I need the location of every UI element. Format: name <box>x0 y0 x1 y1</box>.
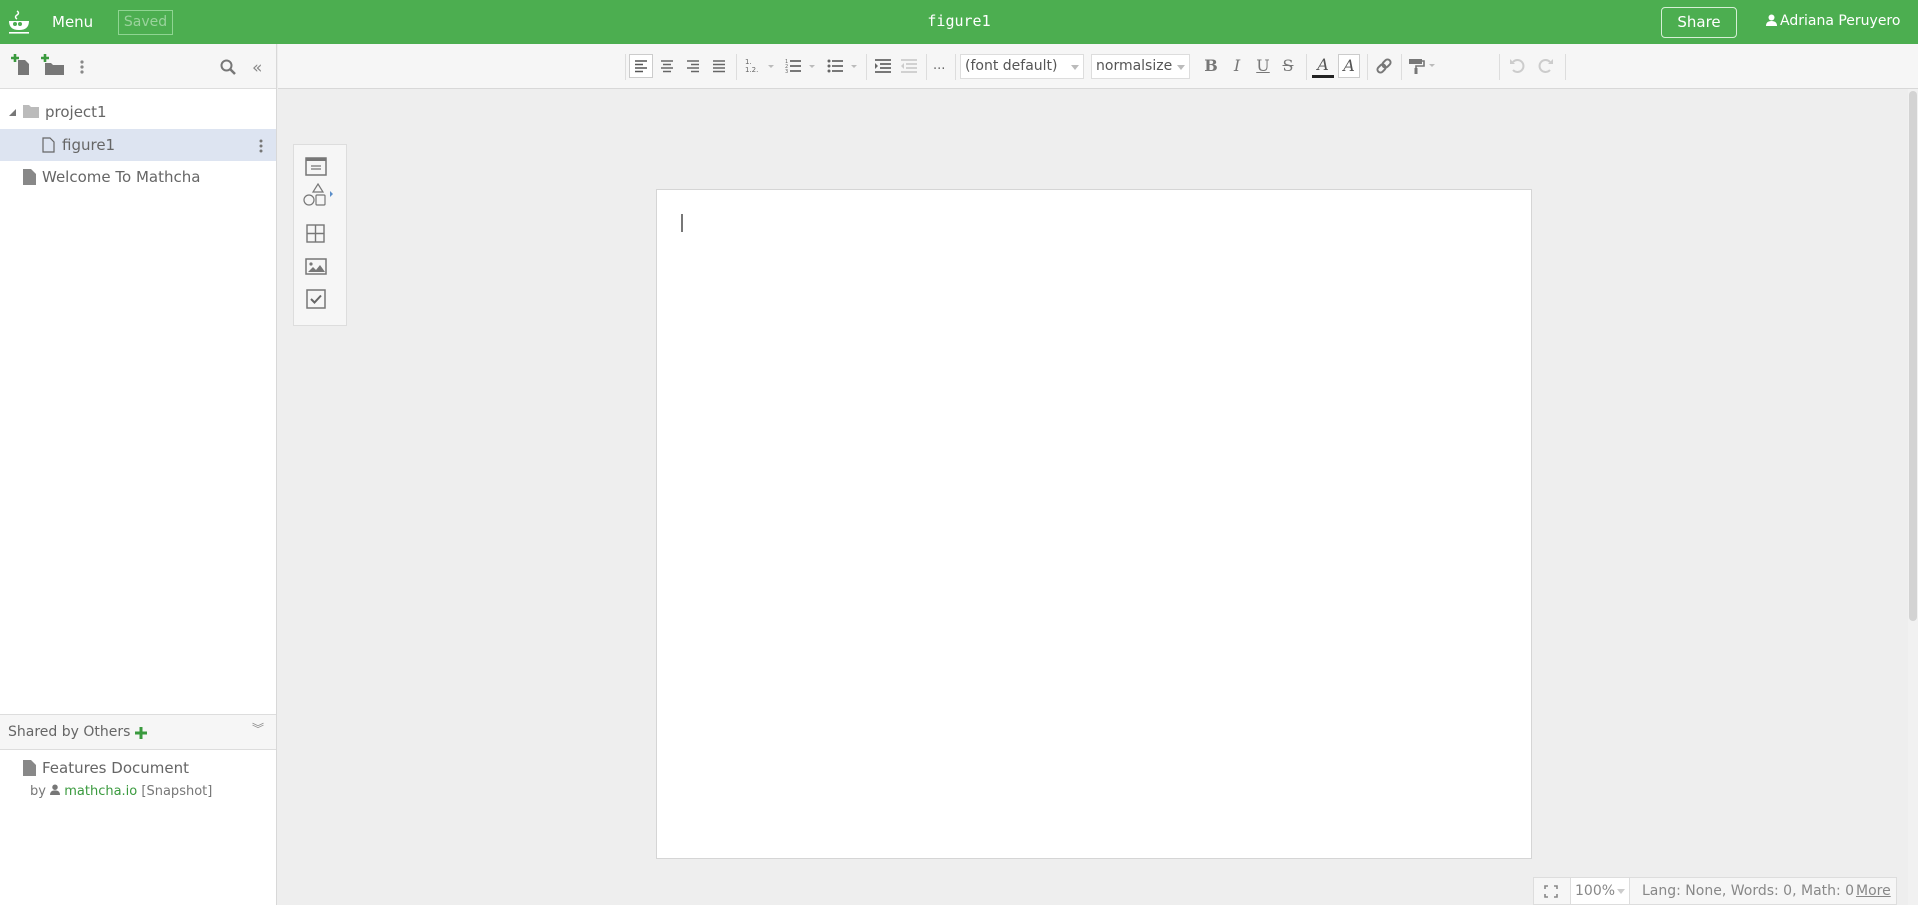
editor-toolbar: 1. 1.2. 123 ... (font default) normalsize… <box>278 44 1918 89</box>
sidebar-toolbar: « <box>0 44 276 89</box>
folder-icon <box>23 105 39 118</box>
user-menu[interactable]: Adriana Peruyero <box>1766 13 1900 29</box>
share-button[interactable]: Share <box>1661 7 1737 38</box>
underline-button[interactable]: U <box>1253 54 1273 78</box>
zoom-value: 100% <box>1575 883 1616 899</box>
document-outline-icon <box>42 137 55 153</box>
snapshot-tag: [Snapshot] <box>141 784 213 799</box>
by-prefix: by <box>30 784 46 799</box>
align-right-icon[interactable] <box>682 54 704 78</box>
more-options-icon[interactable] <box>80 59 84 78</box>
align-justify-icon[interactable] <box>708 54 730 78</box>
font-family-value: (font default) <box>965 58 1058 74</box>
shared-item-features-document[interactable]: Features Document <box>0 755 276 781</box>
more-tools-button[interactable]: ... <box>933 54 949 78</box>
shared-header-label: Shared by Others <box>8 724 131 740</box>
user-name: Adriana Peruyero <box>1780 13 1901 29</box>
insert-image-icon[interactable] <box>305 258 327 280</box>
fullscreen-icon[interactable] <box>1544 885 1558 898</box>
font-size-value: normalsize <box>1096 58 1173 74</box>
document-icon <box>23 169 36 185</box>
numbered-list-icon[interactable]: 123 <box>784 54 818 78</box>
document-title[interactable]: figure1 <box>0 12 1918 30</box>
zoom-select[interactable]: 100% <box>1570 878 1630 904</box>
insert-shapes-icon[interactable] <box>303 182 335 211</box>
numbering-style-icon[interactable]: 1. 1.2. <box>744 54 776 78</box>
shared-item-label: Features Document <box>42 759 189 777</box>
document-page[interactable] <box>656 189 1532 859</box>
insert-checkbox-icon[interactable] <box>306 289 326 313</box>
bold-button[interactable]: B <box>1201 54 1221 78</box>
author-link[interactable]: mathcha.io <box>64 784 137 799</box>
user-icon <box>50 784 61 795</box>
svg-text:1.2.: 1.2. <box>745 66 758 74</box>
strikethrough-button[interactable]: S <box>1278 54 1298 78</box>
vertical-scrollbar[interactable] <box>1908 89 1918 905</box>
status-bar: 100% Lang: None, Words: 0, Math: 0 More <box>1533 877 1897 905</box>
font-size-select[interactable]: normalsize <box>1091 54 1190 79</box>
scrollbar-thumb[interactable] <box>1909 91 1917 621</box>
collapse-sidebar-icon[interactable]: « <box>252 58 262 78</box>
align-left-icon[interactable] <box>629 54 653 78</box>
indent-icon[interactable] <box>872 54 894 78</box>
more-link[interactable]: More <box>1856 878 1891 904</box>
insert-textbox-icon[interactable] <box>305 157 327 181</box>
text-color-button[interactable]: A <box>1312 54 1334 78</box>
outdent-icon <box>898 54 920 78</box>
add-shared-icon[interactable] <box>135 727 147 739</box>
tree-item-figure1[interactable]: figure1 <box>0 129 276 161</box>
text-cursor <box>681 214 683 232</box>
tree-item-project1[interactable]: project1 <box>0 96 276 128</box>
insert-panel <box>293 144 347 326</box>
document-icon <box>23 760 36 776</box>
insert-table-icon[interactable] <box>306 224 326 248</box>
format-painter-icon[interactable] <box>1406 54 1440 78</box>
sidebar: « project1 figure1 Welcome To Mathcha Sh… <box>0 44 277 905</box>
link-icon[interactable] <box>1373 54 1395 78</box>
svg-text:3: 3 <box>785 69 788 75</box>
highlight-color-button[interactable]: A <box>1338 54 1360 78</box>
undo-icon <box>1506 54 1528 78</box>
tree-item-label: figure1 <box>62 136 116 154</box>
new-document-icon[interactable] <box>11 54 33 80</box>
italic-button[interactable]: I <box>1227 54 1247 78</box>
font-family-select[interactable]: (font default) <box>960 54 1084 79</box>
redo-icon <box>1535 54 1557 78</box>
expand-triangle-icon[interactable] <box>9 109 16 116</box>
shared-by-others-header[interactable]: Shared by Others ︾ <box>0 714 276 750</box>
item-options-icon[interactable] <box>259 139 263 153</box>
shared-item-meta: by mathcha.io [Snapshot] <box>30 784 212 799</box>
collapse-shared-icon[interactable]: ︾ <box>252 712 264 746</box>
tree-item-label: project1 <box>45 103 107 121</box>
new-folder-icon[interactable] <box>41 54 65 80</box>
align-center-icon[interactable] <box>656 54 678 78</box>
svg-text:1.: 1. <box>745 58 752 66</box>
tree-item-label: Welcome To Mathcha <box>42 168 201 186</box>
search-icon[interactable] <box>220 59 236 79</box>
top-bar: Menu Saved figure1 Share Adriana Peruyer… <box>0 0 1918 44</box>
document-stats: Lang: None, Words: 0, Math: 0 <box>1642 883 1855 899</box>
tree-item-welcome[interactable]: Welcome To Mathcha <box>0 161 276 193</box>
bullet-list-icon[interactable] <box>826 54 860 78</box>
user-icon <box>1766 14 1777 26</box>
